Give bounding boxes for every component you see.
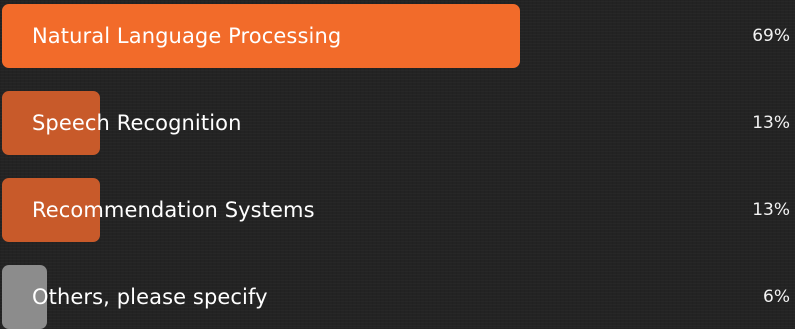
- option-row: Speech Recognition 13%: [0, 91, 795, 155]
- option-row: Recommendation Systems 13%: [0, 178, 795, 242]
- option-row: Natural Language Processing 69%: [0, 4, 795, 68]
- poll-results-chart: Natural Language Processing 69% Speech Rec…: [0, 0, 795, 329]
- option-label: Others, please specify: [32, 285, 268, 309]
- percentage-label: 6%: [763, 287, 790, 307]
- percentage-label: 13%: [752, 113, 790, 133]
- option-label: Speech Recognition: [32, 111, 242, 135]
- percentage-label: 69%: [752, 26, 790, 46]
- percentage-label: 13%: [752, 200, 790, 220]
- option-label: Natural Language Processing: [32, 24, 342, 48]
- option-label: Recommendation Systems: [32, 198, 315, 222]
- option-row: Others, please specify 6%: [0, 265, 795, 329]
